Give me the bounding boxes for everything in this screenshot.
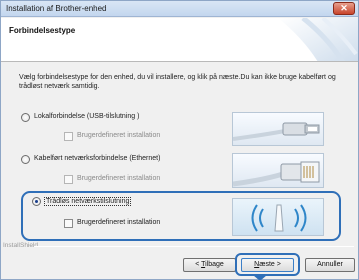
checkbox-wireless-custom[interactable] xyxy=(64,219,73,228)
option-wireless-label[interactable]: Trådløs netværkstilslutning xyxy=(44,197,132,206)
next-button-label: æste > xyxy=(259,261,281,268)
usb-cable-icon xyxy=(232,112,324,146)
radio-wireless[interactable] xyxy=(32,197,41,206)
checkbox-wireless-custom-label[interactable]: Brugerdefineret installation xyxy=(77,219,160,226)
cancel-button[interactable]: Annuller xyxy=(305,258,355,272)
installer-window: Installation af Brother-enhed ✕ Forbinde… xyxy=(0,0,359,280)
option-ethernet-label[interactable]: Kabelført netværksforbindelse (Ethernet) xyxy=(34,155,160,162)
pointer-arrow-icon xyxy=(253,275,267,280)
ethernet-cable-icon xyxy=(232,153,324,188)
installshield-brand: InstallShield xyxy=(3,242,39,249)
header-decoration-icon xyxy=(278,18,358,61)
window-title: Installation af Brother-enhed xyxy=(6,4,107,13)
footer-divider xyxy=(34,246,354,247)
wireless-signal-icon xyxy=(232,198,324,236)
checkbox-ethernet-custom[interactable] xyxy=(64,175,73,184)
checkbox-ethernet-custom-label: Brugerdefineret installation xyxy=(77,175,161,182)
header-panel: Forbindelsestype xyxy=(1,18,358,62)
title-bar: Installation af Brother-enhed ✕ xyxy=(1,1,358,17)
option-usb-label[interactable]: Lokalforbindelse (USB-tilslutning ) xyxy=(34,113,139,120)
close-button[interactable]: ✕ xyxy=(333,2,355,15)
radio-usb[interactable] xyxy=(21,113,30,122)
instruction-text: Vælg forbindelsestype for den enhed, du … xyxy=(19,74,336,90)
back-button-label: ilbage xyxy=(205,261,224,268)
checkbox-usb-custom[interactable] xyxy=(64,132,73,141)
checkbox-usb-custom-label: Brugerdefineret installation xyxy=(77,132,161,139)
back-button[interactable]: < Tilbage xyxy=(183,258,236,272)
page-title: Forbindelsestype xyxy=(9,26,76,35)
next-button[interactable]: Næste > xyxy=(241,258,294,272)
radio-ethernet[interactable] xyxy=(21,155,30,164)
